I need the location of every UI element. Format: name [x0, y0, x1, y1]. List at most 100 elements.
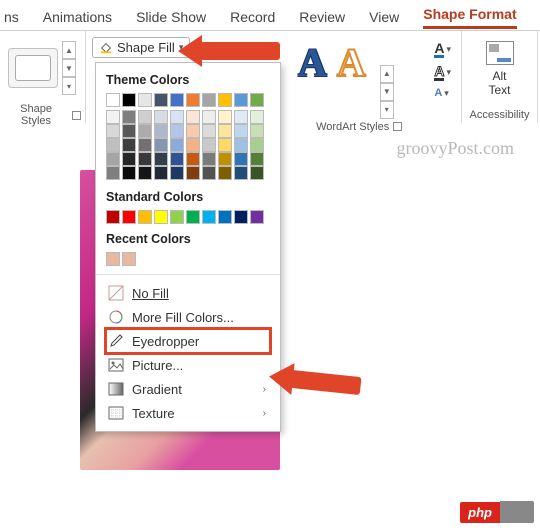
color-swatch[interactable]: [122, 110, 136, 124]
color-swatch[interactable]: [218, 93, 232, 107]
text-outline-button[interactable]: A▾: [434, 64, 451, 81]
tab-record[interactable]: Record: [230, 9, 275, 25]
texture-fill-item[interactable]: Texture ›: [106, 401, 270, 425]
color-swatch[interactable]: [234, 124, 248, 138]
wordart-up[interactable]: ▲: [380, 65, 394, 83]
wordart-style-2[interactable]: A: [337, 43, 366, 83]
color-swatch[interactable]: [218, 166, 232, 180]
color-swatch[interactable]: [138, 152, 152, 166]
eyedropper-item[interactable]: Eyedropper: [106, 329, 270, 353]
color-swatch[interactable]: [186, 152, 200, 166]
color-swatch[interactable]: [170, 93, 184, 107]
color-swatch[interactable]: [138, 110, 152, 124]
gallery-down[interactable]: ▼: [62, 59, 76, 77]
color-swatch[interactable]: [234, 138, 248, 152]
tab-review[interactable]: Review: [299, 9, 345, 25]
shape-fill-button[interactable]: Shape Fill ▾: [92, 37, 190, 58]
color-swatch[interactable]: [250, 110, 264, 124]
color-swatch[interactable]: [250, 152, 264, 166]
color-swatch[interactable]: [202, 166, 216, 180]
color-swatch[interactable]: [186, 210, 200, 224]
color-swatch[interactable]: [234, 93, 248, 107]
color-swatch[interactable]: [202, 138, 216, 152]
color-swatch[interactable]: [106, 124, 120, 138]
color-swatch[interactable]: [138, 166, 152, 180]
wordart-style-1[interactable]: A: [298, 43, 327, 83]
color-swatch[interactable]: [186, 138, 200, 152]
color-swatch[interactable]: [138, 124, 152, 138]
color-swatch[interactable]: [218, 152, 232, 166]
color-swatch[interactable]: [186, 110, 200, 124]
color-swatch[interactable]: [202, 110, 216, 124]
tab-view[interactable]: View: [369, 9, 399, 25]
color-swatch[interactable]: [202, 152, 216, 166]
color-swatch[interactable]: [202, 210, 216, 224]
color-swatch[interactable]: [186, 166, 200, 180]
color-swatch[interactable]: [106, 210, 120, 224]
color-swatch[interactable]: [138, 93, 152, 107]
color-swatch[interactable]: [170, 124, 184, 138]
color-swatch[interactable]: [250, 93, 264, 107]
color-swatch[interactable]: [106, 138, 120, 152]
color-swatch[interactable]: [122, 210, 136, 224]
color-swatch[interactable]: [250, 210, 264, 224]
color-swatch[interactable]: [106, 93, 120, 107]
color-swatch[interactable]: [122, 152, 136, 166]
wordart-down[interactable]: ▼: [380, 83, 394, 101]
color-swatch[interactable]: [122, 252, 136, 266]
wordart-launcher[interactable]: [393, 122, 402, 131]
color-swatch[interactable]: [106, 152, 120, 166]
color-swatch[interactable]: [154, 110, 168, 124]
color-swatch[interactable]: [154, 152, 168, 166]
color-swatch[interactable]: [106, 110, 120, 124]
gallery-more[interactable]: ▾: [62, 77, 76, 95]
color-swatch[interactable]: [122, 124, 136, 138]
color-swatch[interactable]: [234, 152, 248, 166]
color-swatch[interactable]: [154, 210, 168, 224]
color-swatch[interactable]: [234, 210, 248, 224]
alt-text-button[interactable]: Alt Text: [466, 35, 533, 97]
color-swatch[interactable]: [170, 152, 184, 166]
shape-style-gallery[interactable]: ▲ ▼ ▾: [4, 35, 81, 101]
color-swatch[interactable]: [138, 210, 152, 224]
color-swatch[interactable]: [250, 124, 264, 138]
text-effects-button[interactable]: A▾: [434, 87, 451, 99]
color-swatch[interactable]: [218, 210, 232, 224]
color-swatch[interactable]: [170, 210, 184, 224]
color-swatch[interactable]: [138, 138, 152, 152]
gallery-up[interactable]: ▲: [62, 41, 76, 59]
color-swatch[interactable]: [122, 138, 136, 152]
color-swatch[interactable]: [186, 124, 200, 138]
tab-shape-format[interactable]: Shape Format: [423, 6, 516, 29]
color-swatch[interactable]: [218, 138, 232, 152]
text-fill-button[interactable]: A▾: [434, 41, 451, 58]
color-swatch[interactable]: [154, 93, 168, 107]
color-swatch[interactable]: [122, 93, 136, 107]
shape-styles-launcher[interactable]: [72, 111, 81, 120]
tab-slide-show[interactable]: Slide Show: [136, 9, 206, 25]
color-swatch[interactable]: [218, 110, 232, 124]
more-fill-colors-item[interactable]: More Fill Colors...: [106, 305, 270, 329]
color-swatch[interactable]: [250, 166, 264, 180]
wordart-gallery[interactable]: A A ▲ ▼ ▾: [290, 35, 428, 119]
color-swatch[interactable]: [106, 252, 120, 266]
no-fill-item[interactable]: No Fill: [106, 281, 270, 305]
wordart-more[interactable]: ▾: [380, 101, 394, 119]
shape-style-thumb[interactable]: [8, 48, 58, 88]
picture-fill-item[interactable]: Picture...: [106, 353, 270, 377]
color-swatch[interactable]: [170, 166, 184, 180]
color-swatch[interactable]: [234, 110, 248, 124]
color-swatch[interactable]: [170, 138, 184, 152]
gradient-fill-item[interactable]: Gradient ›: [106, 377, 270, 401]
color-swatch[interactable]: [234, 166, 248, 180]
color-swatch[interactable]: [218, 124, 232, 138]
color-swatch[interactable]: [202, 124, 216, 138]
color-swatch[interactable]: [154, 124, 168, 138]
color-swatch[interactable]: [250, 138, 264, 152]
tab-transitions-partial[interactable]: ns: [0, 9, 19, 25]
color-swatch[interactable]: [170, 110, 184, 124]
color-swatch[interactable]: [106, 166, 120, 180]
tab-animations[interactable]: Animations: [43, 9, 112, 25]
color-swatch[interactable]: [154, 166, 168, 180]
color-swatch[interactable]: [186, 93, 200, 107]
